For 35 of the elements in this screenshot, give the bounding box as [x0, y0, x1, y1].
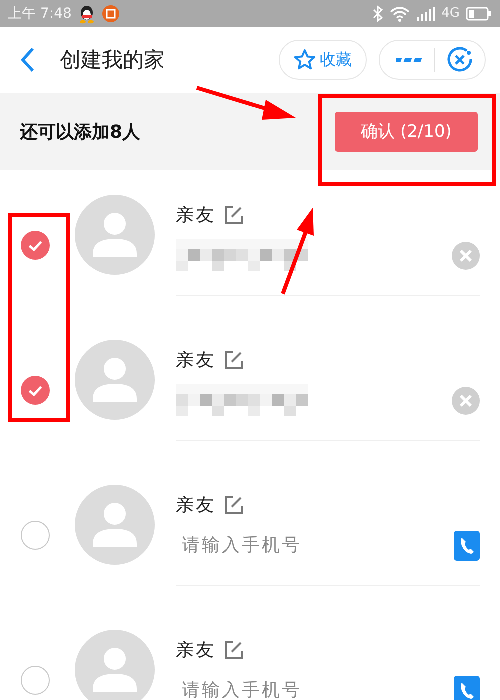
network-type: 4G — [442, 6, 460, 21]
avatar-icon — [75, 340, 155, 420]
remaining-count: 还可以添加8人 — [20, 120, 141, 144]
favorite-button[interactable]: 收藏 — [279, 40, 367, 80]
edit-icon[interactable] — [224, 350, 244, 370]
contacts-icon[interactable] — [454, 676, 480, 700]
edit-icon[interactable] — [224, 640, 244, 660]
app-icon[interactable] — [102, 4, 120, 22]
star-icon — [294, 49, 316, 71]
penguin-icon[interactable] — [78, 4, 96, 24]
wifi-icon — [390, 6, 410, 22]
clock: 上午 7:48 — [8, 4, 72, 22]
battery-icon — [466, 6, 492, 20]
close-icon[interactable] — [447, 47, 473, 73]
checkbox[interactable] — [21, 376, 50, 405]
member-label: 亲友 — [176, 349, 216, 372]
checkbox[interactable] — [21, 521, 50, 550]
checkbox[interactable] — [21, 231, 50, 260]
more-icon[interactable] — [396, 56, 422, 64]
phone-field[interactable]: 请输入手机号 — [176, 529, 450, 562]
checkbox[interactable] — [21, 666, 50, 695]
signal-icon — [416, 6, 436, 22]
phone-field[interactable]: 请输入手机号 — [176, 674, 450, 700]
edit-icon[interactable] — [224, 205, 244, 225]
bluetooth-icon — [372, 4, 384, 22]
confirm-button[interactable]: 确认 (2/10) — [335, 112, 478, 152]
avatar-icon — [75, 485, 155, 565]
contacts-icon[interactable] — [454, 530, 480, 560]
edit-icon[interactable] — [224, 495, 244, 515]
page-title: 创建我的家 — [60, 47, 165, 74]
member-label: 亲友 — [176, 494, 216, 517]
avatar-icon — [75, 195, 155, 275]
member-label: 亲友 — [176, 204, 216, 227]
back-icon[interactable] — [20, 47, 36, 73]
member-label: 亲友 — [176, 639, 216, 662]
